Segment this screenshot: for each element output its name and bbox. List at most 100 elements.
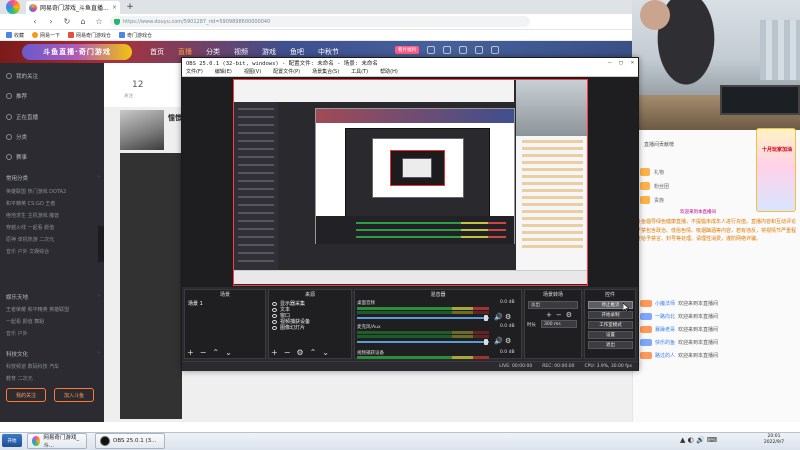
star-icon[interactable]: ☆ [94,17,104,27]
transition-duration-input[interactable]: 300 ms [541,320,577,328]
gift-row[interactable]: 粉丝团 [640,182,669,190]
gear-icon[interactable]: ⚙ [566,311,572,319]
history-icon[interactable] [443,46,451,54]
taskbar-item-browser[interactable]: 网易奇门游戏_斗... [27,433,87,449]
move-up-icon[interactable]: ⌃ [310,348,317,357]
sidebar-item-live[interactable]: 正在直播 [6,113,38,121]
back-icon[interactable]: ‹ [30,17,40,27]
nav-item-live[interactable]: 直播 [178,47,192,57]
speaker-icon[interactable]: 🔊 [494,313,503,321]
home-icon[interactable]: ⌂ [78,17,88,27]
category-row[interactable]: 一起看 颜值 舞蹈 [6,316,100,328]
forward-icon[interactable]: › [46,17,56,27]
category-row[interactable]: 绝地求生 主机游戏 魔兽 [6,210,100,222]
sidebar-item-events[interactable]: 赛事 [6,153,27,161]
browser-tab[interactable]: 网易奇门游戏_斗鱼直播... × [26,1,120,14]
volume-slider-handle[interactable] [484,339,488,345]
streamer-avatar[interactable] [120,110,164,150]
category-row[interactable]: 教育 二次元 [6,373,100,385]
sidebar-join-button[interactable]: 加入斗鱼 [54,388,94,402]
menu-scene-collection[interactable]: 场景集合(S) [312,68,339,76]
transition-select[interactable]: 淡出 [528,301,578,309]
category-row[interactable]: 和平精英 CS:GO 王者 [6,198,100,210]
source-item[interactable]: 图像幻灯片 [272,324,305,331]
speaker-icon[interactable]: 🔊 [494,337,503,345]
volume-slider[interactable] [357,317,489,319]
taskbar-item-obs[interactable]: OBS 25.0.1 (3... [95,433,165,449]
scene-list-item[interactable]: 场景 1 [186,300,264,307]
menu-tools[interactable]: 工具(T) [351,68,368,76]
promo-badge[interactable]: 看片福利 [395,46,419,54]
sidebar-section-common[interactable]: 常用分类 › [6,174,100,182]
download-icon[interactable] [475,46,483,54]
move-down-icon[interactable]: ⌄ [225,348,232,357]
visibility-eye-icon[interactable] [272,313,277,318]
sidebar-item-follow[interactable]: 我的关注 [6,72,38,80]
bookmark-item[interactable]: 收藏 [6,32,24,39]
gear-icon[interactable]: ⚙ [505,337,511,345]
move-up-icon[interactable]: ⌃ [212,348,219,357]
menu-help[interactable]: 帮助(H) [380,68,398,76]
search-icon[interactable] [427,46,435,54]
address-bar[interactable]: https://www.douyu.com/5901287_rid=590989… [110,16,530,27]
menu-profile[interactable]: 配置文件(P) [273,68,300,76]
studio-mode-button[interactable]: 工作室模式 [588,321,633,329]
minimize-icon[interactable]: — [608,60,611,66]
video-player[interactable] [120,153,182,419]
gear-icon[interactable]: ⚙ [505,313,511,321]
start-button[interactable]: 开始 [2,434,22,447]
gift-row[interactable]: 礼物 [640,168,664,176]
category-row[interactable]: 王者荣耀 和平精英 英雄联盟 [6,304,100,316]
bookmark-item[interactable]: 网易奇门游戏仓 [68,32,111,39]
gift-row[interactable]: 贵族 [640,196,664,204]
tab-close-icon[interactable]: × [112,4,117,11]
sidebar-section-entertainment[interactable]: 娱乐天地 › [6,293,100,301]
category-row[interactable]: 英雄联盟 热门游戏 DOTA2 [6,186,100,198]
obs-titlebar[interactable]: OBS 25.0.1 (32-bit, windows) - 配置文件: 未命名… [182,58,638,68]
sidebar-follow-button[interactable]: 我的关注 [6,388,46,402]
category-row[interactable]: 音乐 户外 [6,328,100,340]
maximize-icon[interactable]: □ [619,60,622,66]
chat-promo-banner[interactable]: 十月玩家加油 [756,128,796,212]
start-recording-button[interactable]: 开始录制 [588,311,633,319]
visibility-eye-icon[interactable] [272,319,277,324]
bookmark-item[interactable]: 网易一下 [32,32,60,39]
sidebar-item-category[interactable]: 分类 [6,133,27,141]
volume-slider-handle[interactable] [484,315,488,321]
nav-item-game[interactable]: 游戏 [262,47,276,57]
move-down-icon[interactable]: ⌄ [322,348,329,357]
category-row[interactable]: 原神 单机热游 二次元 [6,234,100,246]
menu-edit[interactable]: 编辑(E) [215,68,232,76]
taskbar-clock[interactable]: 20:01 2022/9/7 [752,434,796,446]
new-tab-button[interactable]: + [124,1,136,13]
sidebar-section-tech[interactable]: 科技文化 › [6,350,100,358]
category-row[interactable]: 音乐 户外 文娱综合 [6,246,100,258]
nav-item-video[interactable]: 视频 [234,47,248,57]
site-logo[interactable]: 斗鱼直播·奇门游戏 [22,44,132,60]
nav-item-festival[interactable]: 中秋节 [318,47,339,57]
visibility-eye-icon[interactable] [272,325,277,330]
nav-item-category[interactable]: 分类 [206,47,220,57]
bookmark-item[interactable]: 奇门游戏仓 [119,32,152,39]
gear-icon[interactable]: ⚙ [296,348,303,357]
add-icon[interactable]: + [546,311,552,319]
remove-icon[interactable]: − [556,311,562,319]
sidebar-item-recommend[interactable]: 推荐 [6,92,27,100]
menu-view[interactable]: 视图(V) [244,68,261,76]
volume-slider[interactable] [357,341,489,343]
category-row[interactable]: 科技频道 数码科技 汽车 [6,361,100,373]
remove-icon[interactable]: − [284,348,291,357]
settings-button[interactable]: 设置 [588,331,633,339]
nav-item-yuba[interactable]: 鱼吧 [290,47,304,57]
close-icon[interactable]: × [631,60,634,66]
visibility-eye-icon[interactable] [272,301,277,306]
remove-icon[interactable]: − [200,348,207,357]
visibility-eye-icon[interactable] [272,307,277,312]
exit-button[interactable]: 退出 [588,341,633,349]
system-tray[interactable]: ▲ ◐ 🔊 ⌨ [680,436,717,444]
category-row[interactable]: 穿越火线 一起看 颜值 [6,222,100,234]
reload-icon[interactable]: ↻ [62,17,72,27]
user-avatar-icon[interactable] [491,46,499,54]
menu-file[interactable]: 文件(F) [186,68,203,76]
add-icon[interactable]: + [187,348,194,357]
